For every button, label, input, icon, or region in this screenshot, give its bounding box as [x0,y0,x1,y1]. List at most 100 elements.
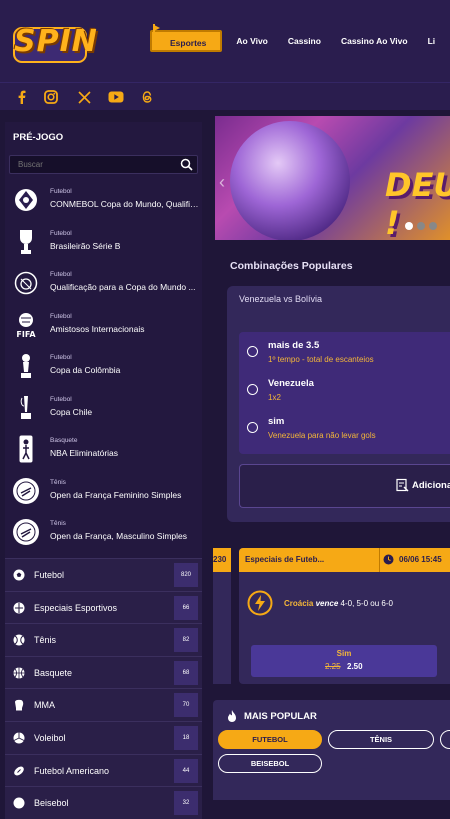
betslip-icon [396,478,409,492]
bet-card-header: Especiais de Futeb... 06/06 15:45 [239,548,450,572]
instagram-icon[interactable] [43,89,59,105]
list-item-sport: Futebol [50,229,72,237]
list-item-sport: Tênis [50,478,66,486]
popular-combinations: Combinações Populares Venezuela vs Bolív… [227,248,450,522]
odd-new: 2.50 [347,662,363,671]
list-item-name: Brasileirão Série B [50,240,121,251]
section-title: MAIS POPULAR [244,711,317,722]
pagination-dot[interactable] [429,222,437,230]
selection-sub: 1º tempo - total de escanteios [268,355,374,364]
list-item-sport: Futebol [50,271,72,278]
nav-cassino[interactable]: Cassino [278,30,331,52]
add-to-betslip-button[interactable]: Adiciona [239,464,450,508]
main-nav: Esportes Ao Vivo Cassino Cassino Ao Vivo… [150,24,446,52]
combo-card: Venezuela vs Bolívia mais de 3.5 1º temp… [227,286,450,522]
sport-item-label: Futebol Americano [34,765,110,776]
banner-pagination [405,222,437,230]
sport-item-count: 68 [174,660,198,685]
nav-cassino-ao-vivo[interactable]: Cassino Ao Vivo [331,30,418,52]
sport-item-label: Tênis [34,635,57,646]
selection-main: mais de 3.5 [268,340,320,351]
logo-text: SPIN [14,24,98,59]
american-football-icon [14,766,24,775]
list-item-sport: Futebol [50,312,72,320]
x-icon[interactable] [76,89,92,105]
boxing-glove-icon [15,700,24,711]
chip-beisebol[interactable]: BEISEBOL [218,754,322,773]
baseball-icon [13,797,25,809]
youtube-icon[interactable] [108,89,124,105]
pagination-dot[interactable] [417,222,425,230]
chevron-left-icon[interactable]: ‹ [219,172,225,193]
sport-item-futebol-americano[interactable]: Futebol Americano 44 [5,753,202,787]
flag-icon [153,24,160,42]
nav-esportes[interactable]: Esportes [150,24,223,52]
search-box[interactable] [9,155,198,174]
match-title: Venezuela vs Bolívia [239,294,323,304]
nav-more[interactable]: Li [418,30,446,52]
list-item[interactable]: Futebol Brasileirão Série B [5,222,202,264]
roland-garros-logo-icon [11,517,41,547]
list-item-sport: Futebol [50,354,72,361]
prematch-list: Futebol CONMEBOL Copa do Mundo, Qualific… [5,180,202,554]
facebook-icon[interactable] [14,89,30,105]
list-item[interactable]: Futebol Qualificação para a Copa do Mund… [5,263,202,305]
list-item-name: Open da França Feminino Simples [50,489,182,500]
list-item[interactable]: Futebol CONMEBOL Copa do Mundo, Qualific… [5,180,202,222]
bet-card[interactable]: Especiais de Futeb... 06/06 15:45 Croáci… [239,548,450,684]
header-divider [379,548,380,572]
flame-icon [228,710,236,722]
selections-box: mais de 3.5 1º tempo - total de escantei… [239,332,450,454]
chip-more[interactable] [440,730,450,749]
radio-icon [247,422,258,433]
volleyball-icon [13,732,25,744]
odd-old: 2.25 [325,662,341,671]
special-sports-icon [13,602,25,614]
nav-ao-vivo[interactable]: Ao Vivo [226,30,278,52]
bet-verb: vence [315,599,339,608]
sport-item-tenis[interactable]: Tênis 82 [5,623,202,656]
threads-icon[interactable] [139,89,155,105]
bet-card-category: Especiais de Futeb... [245,555,325,564]
sport-item-beisebol[interactable]: Beisebol 32 [5,786,202,819]
sport-item-basquete[interactable]: Basquete 68 [5,655,202,689]
conmebol-logo-icon [11,185,41,215]
list-item-name: Open da França, Masculino Simples [50,531,188,541]
most-popular-section: MAIS POPULAR FUTEBOL TÊNIS BEISEBOL [213,700,450,800]
chip-futebol[interactable]: FUTEBOL [218,730,322,749]
list-item[interactable]: Basquete NBA Eliminatórias [5,429,202,471]
search-icon[interactable] [180,158,193,171]
list-item[interactable]: FIFA Futebol Amistosos Internacionais [5,305,202,347]
sport-item-count: 18 [174,725,198,750]
odd-button[interactable]: Sim 2.25 2.50 [251,645,437,677]
svg-text:FIFA: FIFA [16,330,36,339]
selection-sub: 1x2 [268,393,281,402]
lightning-icon [247,590,273,616]
bet-card-partial[interactable]: 230 [213,548,231,684]
section-title: Combinações Populares [230,260,353,272]
tennis-ball-icon [13,634,25,646]
search-input[interactable] [16,159,166,170]
list-item[interactable]: Tênis Open da França, Masculino Simples [5,512,202,554]
bet-description: Croácia vence 4-0, 5-0 ou 6-0 [284,599,393,608]
bet-card-date: 06/06 15:45 [399,555,442,564]
copa-colombia-logo-icon [11,351,41,381]
list-item-name: Qualificação para a Copa do Mundo ... [50,282,196,292]
sport-item-count: 82 [174,628,198,653]
selection-sub: Venezuela para não levar gols [268,431,376,440]
list-item-name: Copa Chile [50,406,93,417]
uefa-logo-icon [11,268,41,298]
list-item[interactable]: Futebol Copa Chile [5,388,202,430]
sports-list: Futebol 820 Especiais Esportivos 66 Têni… [5,558,202,819]
odd-label: Sim [336,649,352,658]
sport-item-voleibol[interactable]: Voleibol 18 [5,720,202,754]
sport-item-especiais[interactable]: Especiais Esportivos 66 [5,590,202,624]
sport-item-futebol[interactable]: Futebol 820 [5,558,202,591]
list-item-sport: Futebol [50,188,72,195]
list-item[interactable]: Futebol Copa da Colômbia [5,346,202,388]
list-item-sport: Futebol [50,395,72,403]
list-item[interactable]: Tênis Open da França Feminino Simples [5,471,202,513]
sport-item-mma[interactable]: MMA 70 [5,688,202,721]
chip-tenis[interactable]: TÊNIS [328,730,434,749]
pagination-dot[interactable] [405,222,413,230]
